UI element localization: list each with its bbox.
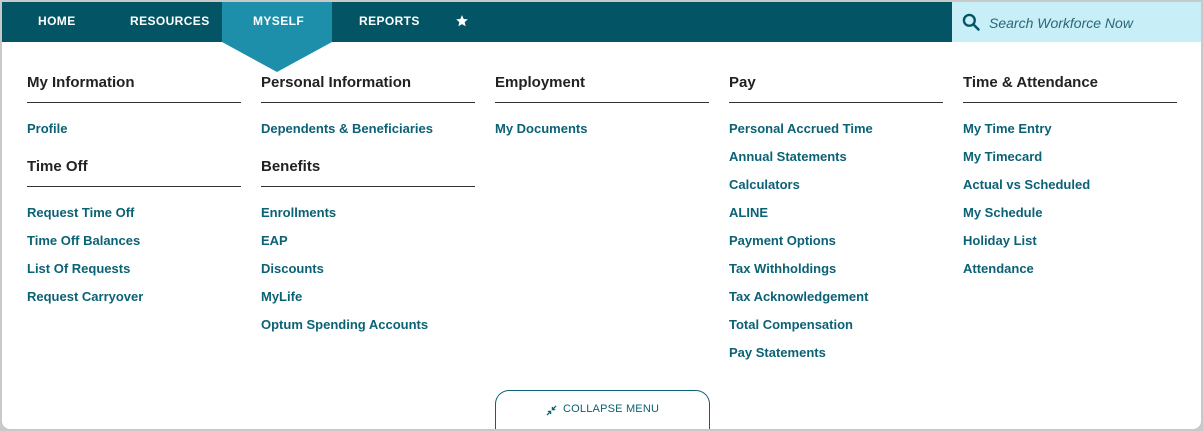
link-tax-acknowledgement[interactable]: Tax Acknowledgement: [729, 289, 868, 304]
link-annual-statements[interactable]: Annual Statements: [729, 149, 847, 164]
section-title-time-attendance: Time & Attendance: [963, 74, 1177, 103]
link-my-timecard[interactable]: My Timecard: [963, 149, 1042, 164]
collapse-arrows-icon: [546, 405, 557, 416]
link-pay-statements[interactable]: Pay Statements: [729, 345, 826, 360]
link-time-off-balances[interactable]: Time Off Balances: [27, 233, 140, 248]
link-calculators[interactable]: Calculators: [729, 177, 800, 192]
link-total-compensation[interactable]: Total Compensation: [729, 317, 853, 332]
link-request-carryover[interactable]: Request Carryover: [27, 289, 143, 304]
link-actual-vs-scheduled[interactable]: Actual vs Scheduled: [963, 177, 1090, 192]
section-title-personal-information: Personal Information: [261, 74, 475, 103]
link-optum-spending-accounts[interactable]: Optum Spending Accounts: [261, 317, 428, 332]
section-title-benefits: Benefits: [261, 158, 475, 187]
nav-resources[interactable]: RESOURCES: [130, 2, 210, 42]
section-title-employment: Employment: [495, 74, 709, 103]
search-input[interactable]: [987, 2, 1196, 44]
link-list-of-requests[interactable]: List Of Requests: [27, 261, 130, 276]
link-dependents-beneficiaries[interactable]: Dependents & Beneficiaries: [261, 121, 433, 136]
link-request-time-off[interactable]: Request Time Off: [27, 205, 134, 220]
link-tax-withholdings[interactable]: Tax Withholdings: [729, 261, 836, 276]
nav-home[interactable]: HOME: [38, 2, 76, 42]
link-my-time-entry[interactable]: My Time Entry: [963, 121, 1052, 136]
nav-myself[interactable]: MYSELF: [253, 2, 304, 42]
link-enrollments[interactable]: Enrollments: [261, 205, 336, 220]
star-icon[interactable]: [455, 14, 469, 28]
link-my-schedule[interactable]: My Schedule: [963, 205, 1042, 220]
link-discounts[interactable]: Discounts: [261, 261, 324, 276]
link-attendance[interactable]: Attendance: [963, 261, 1034, 276]
link-eap[interactable]: EAP: [261, 233, 288, 248]
top-nav-bar: HOME RESOURCES MYSELF REPORTS: [2, 2, 1201, 44]
link-profile[interactable]: Profile: [27, 121, 67, 136]
section-title-my-information: My Information: [27, 74, 241, 103]
mega-menu-frame: HOME RESOURCES MYSELF REPORTS My Informa…: [2, 2, 1201, 429]
link-my-documents[interactable]: My Documents: [495, 121, 587, 136]
search-box[interactable]: [952, 2, 1201, 44]
search-icon[interactable]: [961, 12, 981, 32]
collapse-menu-label: COLLAPSE MENU: [563, 403, 660, 415]
link-aline[interactable]: ALINE: [729, 205, 768, 220]
nav-reports[interactable]: REPORTS: [359, 2, 420, 42]
link-payment-options[interactable]: Payment Options: [729, 233, 836, 248]
section-title-pay: Pay: [729, 74, 943, 103]
link-holiday-list[interactable]: Holiday List: [963, 233, 1037, 248]
collapse-menu-button[interactable]: COLLAPSE MENU: [495, 390, 710, 429]
link-mylife[interactable]: MyLife: [261, 289, 302, 304]
link-personal-accrued-time[interactable]: Personal Accrued Time: [729, 121, 873, 136]
nav-active-pointer: [222, 42, 332, 72]
section-title-time-off: Time Off: [27, 158, 241, 187]
